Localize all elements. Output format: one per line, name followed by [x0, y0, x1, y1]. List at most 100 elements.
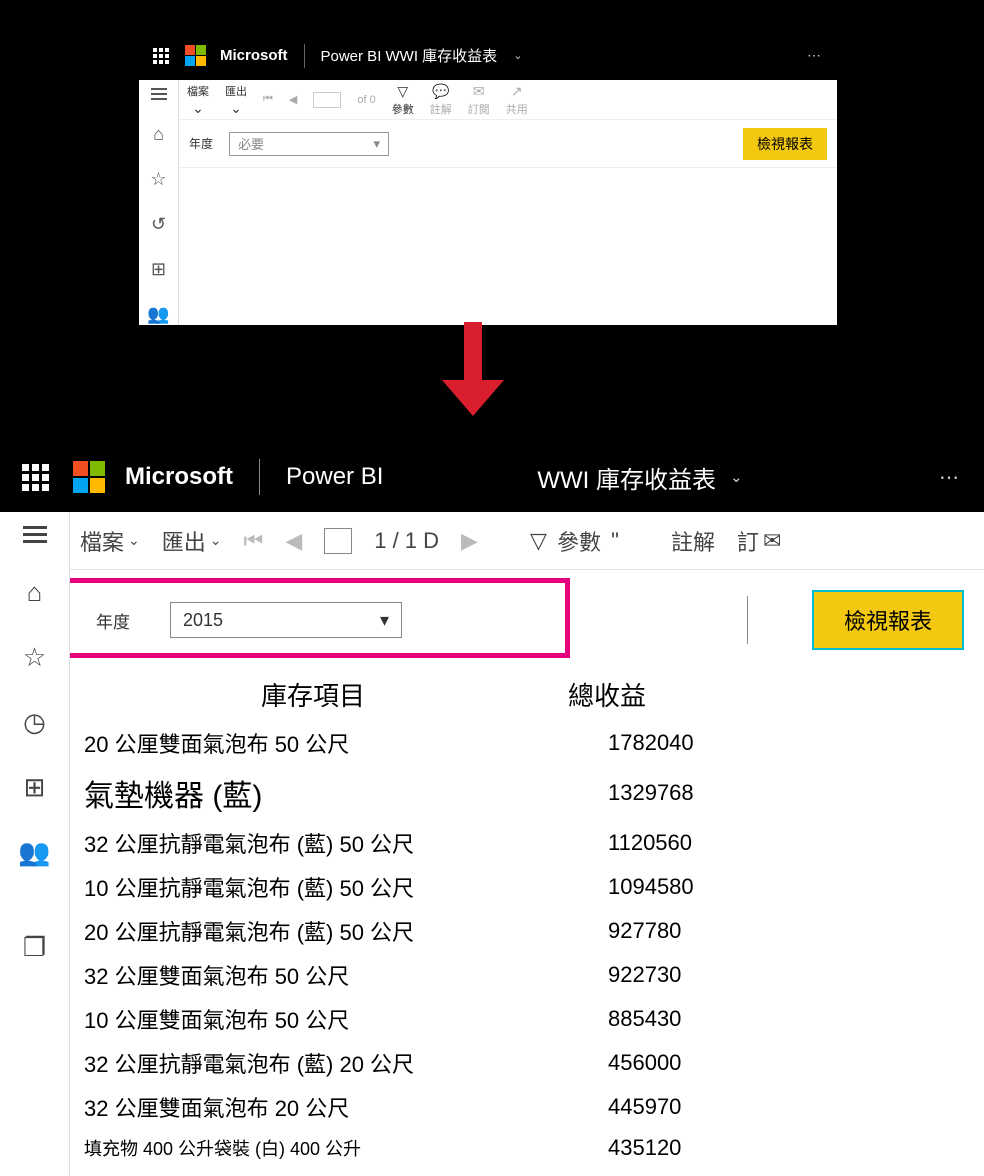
table-row: 氣墊機器 (藍)1329768 — [78, 765, 976, 821]
cell-item: 氣墊機器 (藍) — [78, 771, 548, 815]
apps-icon[interactable]: ⊞ — [151, 259, 166, 280]
export-menu[interactable]: 匯出⌄ — [162, 525, 222, 557]
page-input[interactable] — [313, 92, 341, 108]
menu-icon[interactable] — [23, 526, 47, 543]
cell-item: 10 公厘雙面氣泡布 50 公尺 — [78, 1003, 548, 1035]
file-menu[interactable]: 檔案⌄ — [80, 525, 140, 557]
chevron-down-icon: ▾ — [373, 136, 380, 152]
pager-prev-icon[interactable]: ◀ — [289, 93, 297, 106]
report-toolbar: 檔案⌄ 匯出⌄ ⏮ ◀ 1 / 1 D ▶ ▽ 參數 " 註解 訂✉ — [70, 512, 984, 570]
recent-icon[interactable]: ◷ — [23, 707, 46, 738]
subscribe-button[interactable]: ✉訂閱 — [468, 83, 490, 117]
parameters-button[interactable]: ▽ 參數 " — [530, 525, 619, 557]
menu-icon[interactable] — [151, 88, 167, 100]
empty-report-area — [179, 168, 837, 308]
shared-icon[interactable]: 👥 — [147, 304, 169, 325]
share-button[interactable]: ↗共用 — [506, 83, 528, 117]
cell-item: 20 公厘抗靜電氣泡布 (藍) 50 公尺 — [78, 915, 548, 947]
favorites-icon[interactable]: ☆ — [150, 169, 166, 190]
app-header: Microsoft Power BI WWI 庫存收益表 ⌄ ⋯ — [0, 442, 984, 512]
more-options-icon[interactable]: ⋯ — [939, 465, 962, 490]
cell-revenue: 922730 — [548, 962, 976, 988]
cell-revenue: 927780 — [548, 918, 976, 944]
more-options-icon[interactable]: ⋯ — [807, 47, 823, 64]
cell-item: 32 公厘抗靜電氣泡布 (藍) 50 公尺 — [78, 827, 548, 859]
microsoft-label: Microsoft — [220, 47, 288, 64]
file-menu[interactable]: 檔案⌄ — [187, 83, 209, 117]
cell-revenue: 435120 — [548, 1135, 976, 1161]
report-title: Power BI WWI 庫存收益表 — [321, 45, 498, 66]
chevron-down-icon[interactable]: ⌄ — [730, 468, 743, 486]
favorites-icon[interactable]: ☆ — [23, 642, 46, 673]
recent-icon[interactable]: ↺ — [151, 214, 166, 235]
report-toolbar: 檔案⌄ 匯出⌄ ⏮ ◀ of 0 ▽參數 💬註解 ✉訂閱 ↗共用 — [179, 80, 837, 120]
subscribe-button[interactable]: 訂✉ — [737, 525, 781, 557]
app-launcher-icon[interactable] — [22, 464, 49, 491]
report-title: WWI 庫存收益表 ⌄ — [537, 460, 742, 495]
cell-revenue: 456000 — [548, 1050, 976, 1076]
cell-item: 20 公厘雙面氣泡布 50 公尺 — [78, 727, 548, 759]
view-report-button[interactable]: 檢視報表 — [743, 128, 827, 160]
home-icon[interactable]: ⌂ — [27, 577, 43, 608]
app-header: Microsoft Power BI WWI 庫存收益表 ⌄ ⋯ — [139, 31, 837, 80]
cell-item: 32 公厘雙面氣泡布 50 公尺 — [78, 959, 548, 991]
cell-revenue: 1120560 — [548, 830, 976, 856]
cell-revenue: 1782040 — [548, 730, 976, 756]
report-table: 庫存項目 總收益 20 公厘雙面氣泡布 50 公尺1782040氣墊機器 (藍)… — [70, 670, 984, 1167]
page-input[interactable] — [324, 528, 352, 554]
divider — [747, 596, 748, 644]
cell-item: 32 公厘雙面氣泡布 20 公尺 — [78, 1091, 548, 1123]
comments-button[interactable]: 註解 — [671, 525, 715, 557]
table-row: 填充物 400 公升袋裝 (白) 400 公升435120 — [78, 1129, 976, 1167]
table-row: 32 公厘雙面氣泡布 50 公尺922730 — [78, 953, 976, 997]
down-arrow-icon — [420, 322, 520, 422]
parameter-bar: 年度 必要 ▾ 檢視報表 — [179, 120, 837, 168]
shared-icon[interactable]: 👥 — [18, 837, 50, 868]
table-row: 10 公厘雙面氣泡布 50 公尺885430 — [78, 997, 976, 1041]
side-nav: ⌂ ☆ ◷ ⊞ 👥 ❐ — [0, 512, 70, 1176]
table-row: 20 公厘抗靜電氣泡布 (藍) 50 公尺927780 — [78, 909, 976, 953]
pager-first-icon[interactable]: ⏮ — [244, 528, 264, 554]
app-name: Power BI — [286, 463, 383, 491]
workspaces-icon[interactable]: ❐ — [23, 932, 46, 963]
parameter-bar: 年度 2015 ▾ 檢視報表 — [70, 570, 984, 670]
param-year-label: 年度 — [189, 135, 213, 152]
table-row: 32 公厘抗靜電氣泡布 (藍) 20 公尺456000 — [78, 1041, 976, 1085]
cell-revenue: 1094580 — [548, 874, 976, 900]
home-icon[interactable]: ⌂ — [153, 124, 164, 145]
table-row: 10 公厘抗靜電氣泡布 (藍) 50 公尺1094580 — [78, 865, 976, 909]
select-placeholder: 必要 — [238, 134, 264, 153]
pager-label: 1 / 1 D — [374, 528, 439, 554]
apps-icon[interactable]: ⊞ — [24, 772, 46, 803]
app-launcher-icon[interactable] — [153, 48, 169, 64]
divider — [259, 459, 260, 495]
cell-item: 32 公厘抗靜電氣泡布 (藍) 20 公尺 — [78, 1047, 548, 1079]
comments-button[interactable]: 💬註解 — [430, 83, 452, 117]
table-row: 20 公厘雙面氣泡布 50 公尺1782040 — [78, 721, 976, 765]
divider — [304, 44, 305, 68]
cell-revenue: 445970 — [548, 1094, 976, 1120]
table-row: 32 公厘雙面氣泡布 20 公尺445970 — [78, 1085, 976, 1129]
col-header-revenue: 總收益 — [548, 676, 976, 713]
pager-next-icon[interactable]: ▶ — [461, 528, 478, 554]
export-menu[interactable]: 匯出⌄ — [225, 83, 247, 117]
microsoft-logo-icon — [73, 461, 105, 493]
pager-prev-icon[interactable]: ◀ — [285, 528, 302, 554]
param-year-select[interactable]: 必要 ▾ — [229, 132, 389, 156]
cell-revenue: 1329768 — [548, 780, 976, 806]
microsoft-logo-icon — [185, 45, 206, 66]
pager-first-icon[interactable]: ⏮ — [263, 93, 273, 106]
chevron-down-icon[interactable]: ⌄ — [513, 49, 522, 62]
highlight-box — [70, 578, 570, 658]
view-report-button[interactable]: 檢視報表 — [812, 590, 964, 650]
side-nav: ⌂ ☆ ↺ ⊞ 👥 — [139, 80, 179, 325]
col-header-item: 庫存項目 — [78, 676, 548, 713]
panel-before: Microsoft Power BI WWI 庫存收益表 ⌄ ⋯ ⌂ ☆ ↺ ⊞… — [138, 30, 838, 326]
parameters-button[interactable]: ▽參數 — [392, 83, 414, 117]
table-row: 32 公厘抗靜電氣泡布 (藍) 50 公尺1120560 — [78, 821, 976, 865]
microsoft-label: Microsoft — [125, 463, 233, 491]
cell-revenue: 885430 — [548, 1006, 976, 1032]
panel-after: Microsoft Power BI WWI 庫存收益表 ⌄ ⋯ ⌂ ☆ ◷ ⊞… — [0, 440, 984, 1176]
page-of-label: of 0 — [357, 94, 375, 106]
cell-item: 10 公厘抗靜電氣泡布 (藍) 50 公尺 — [78, 871, 548, 903]
